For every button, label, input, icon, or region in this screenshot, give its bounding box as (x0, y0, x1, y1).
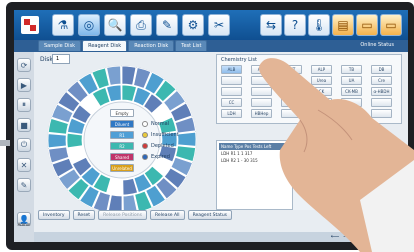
hand-image (259, 58, 414, 252)
